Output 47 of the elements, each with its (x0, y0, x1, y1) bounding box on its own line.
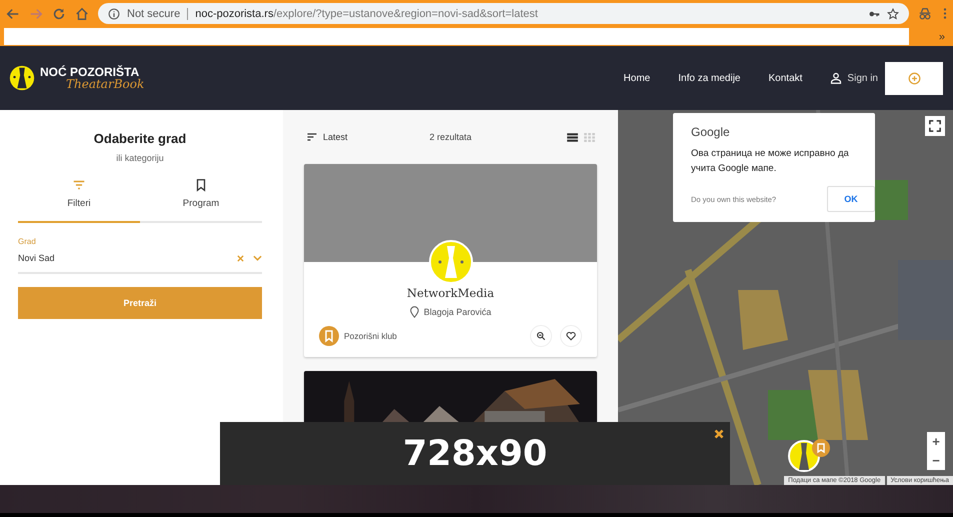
results-count: 2 rezultata (429, 132, 472, 142)
map-marker-icon[interactable] (788, 438, 832, 472)
tab[interactable]: Filteri (18, 178, 140, 223)
bookmarks-more[interactable]: » (938, 30, 945, 42)
ad-banner[interactable]: 728x90 (220, 422, 730, 485)
sign-in-link[interactable]: Sign in (847, 72, 878, 84)
dialog-message: Ова страница не може исправно да учита Google мапе. (691, 147, 850, 176)
info-icon[interactable] (108, 8, 120, 20)
venue-category[interactable]: Pozorišni klub (344, 331, 522, 341)
extension-icon[interactable] (918, 6, 932, 20)
fullscreen-button[interactable] (925, 116, 945, 136)
ok-button[interactable]: OK (827, 186, 875, 212)
nav-link[interactable]: Info za medije (678, 72, 740, 84)
venue-card[interactable]: NetworkMedia Blagoja Parovića Pozorišni klub (304, 164, 597, 357)
close-icon[interactable] (714, 429, 724, 439)
security-label: Not secure (127, 8, 188, 20)
list-view-icon[interactable] (567, 132, 578, 142)
bookmark-icon[interactable] (194, 178, 208, 192)
zoom-button[interactable] (530, 325, 552, 347)
logo-script[interactable]: TheatarBook (66, 78, 144, 90)
venue-address: Blagoja Parovića (424, 307, 492, 317)
nav-link[interactable]: Kontakt (768, 72, 802, 84)
panel-title: Odaberite grad (92, 131, 188, 146)
favorite-button[interactable] (560, 325, 582, 347)
ad-size-label: 728x90 (402, 434, 548, 474)
menu-icon[interactable] (943, 7, 947, 20)
venue-name[interactable]: NetworkMedia (406, 286, 494, 300)
theater-masks-icon[interactable] (8, 64, 36, 92)
dialog-brand: Google (691, 125, 731, 139)
heart-icon[interactable] (566, 331, 576, 341)
reload-icon[interactable] (52, 6, 66, 20)
sort-label[interactable]: Latest (323, 132, 348, 142)
home-icon[interactable] (75, 6, 89, 20)
url-text: noc-pozorista.rs/explore/?type=ustanove&region=novi-sad&sort=latest (195, 8, 539, 20)
bookmark-badge-icon (319, 326, 339, 346)
sort-icon[interactable] (306, 131, 318, 143)
logo-title[interactable]: NOĆ POZORIŠTA (40, 66, 144, 78)
address-bar[interactable]: Not secure noc-pozorista.rs/explore/?type=ustanove&region=novi-sad&sort=latest (98, 3, 909, 24)
location-pin-icon (410, 306, 419, 318)
nav-link[interactable]: Home (624, 72, 650, 84)
search-icon[interactable] (536, 331, 546, 341)
theater-masks-icon (428, 240, 472, 284)
tab[interactable]: Program (140, 178, 262, 223)
star-icon[interactable] (887, 8, 899, 20)
panel-subtitle: ili kategoriju (115, 153, 165, 163)
user-icon[interactable] (830, 72, 842, 84)
back-icon[interactable] (6, 6, 20, 20)
